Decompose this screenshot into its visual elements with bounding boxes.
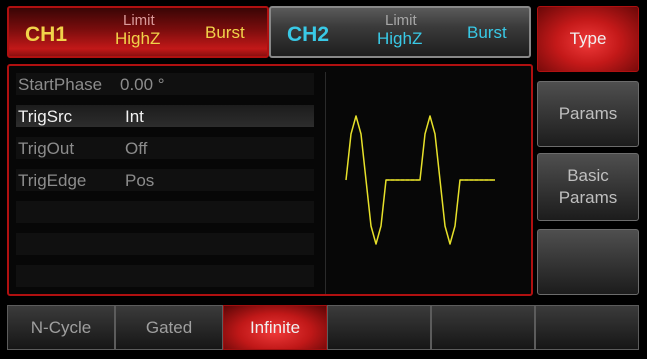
softkey-basic-params[interactable]: Basic Params: [537, 153, 639, 221]
param-value: Int: [125, 107, 144, 126]
param-row-empty: [16, 265, 314, 287]
softkey-params[interactable]: Params: [537, 81, 639, 147]
param-key: TrigSrc: [18, 107, 73, 126]
param-row-start-phase[interactable]: StartPhase 0.00 °: [16, 73, 314, 95]
param-row-empty: [16, 233, 314, 255]
param-row-trig-out[interactable]: TrigOut Off: [16, 137, 314, 159]
ch1-mode: Burst: [205, 23, 245, 42]
param-row-empty: [16, 201, 314, 223]
param-value: 0.00 °: [120, 75, 165, 94]
ch2-label: CH2: [287, 23, 330, 46]
param-row-trig-edge[interactable]: TrigEdge Pos: [16, 169, 314, 191]
softkey-type[interactable]: Type: [537, 6, 639, 72]
softkey-empty[interactable]: [537, 229, 639, 295]
burst-waveform-preview: [345, 115, 495, 245]
param-key: TrigEdge: [18, 171, 87, 190]
tab-empty[interactable]: [431, 305, 535, 350]
param-row-trig-src[interactable]: TrigSrc Int: [16, 105, 314, 127]
ch2-limit-label: Limit: [385, 12, 417, 29]
param-row-bg: [16, 201, 314, 223]
param-row-bg: [16, 265, 314, 287]
param-key: StartPhase: [18, 75, 103, 94]
ch2-mode: Burst: [467, 23, 507, 42]
ch2-impedance: HighZ: [377, 29, 423, 48]
ch1-impedance: HighZ: [115, 29, 161, 48]
param-key: TrigOut: [18, 139, 75, 158]
ch1-label: CH1: [25, 23, 68, 46]
screen: CH1 Limit HighZ Burst CH2 Limit HighZ Bu…: [0, 0, 647, 359]
tab-gated[interactable]: Gated: [115, 305, 223, 350]
channel1-status-bar[interactable]: CH1 Limit HighZ Burst: [7, 6, 269, 58]
tab-empty[interactable]: [535, 305, 639, 350]
param-value: Off: [125, 139, 148, 158]
panel-divider: [325, 72, 326, 294]
param-row-bg: [16, 233, 314, 255]
tab-empty[interactable]: [327, 305, 431, 350]
ch1-limit-label: Limit: [123, 12, 155, 29]
param-value: Pos: [125, 171, 155, 190]
channel2-status-bar[interactable]: CH2 Limit HighZ Burst: [269, 6, 531, 58]
tab-infinite[interactable]: Infinite: [223, 305, 327, 350]
tab-n-cycle[interactable]: N-Cycle: [7, 305, 115, 350]
